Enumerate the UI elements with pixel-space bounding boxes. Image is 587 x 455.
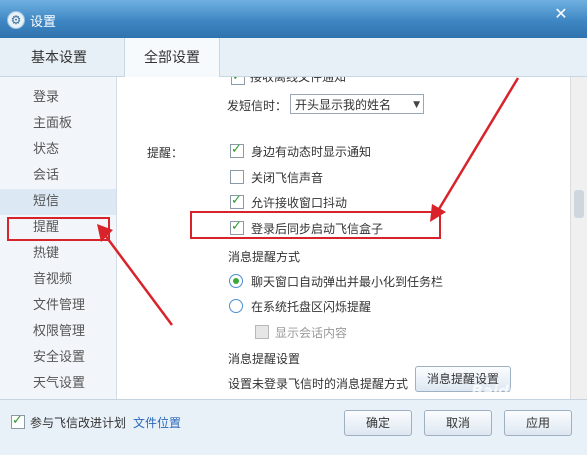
sidebar-item-weather[interactable]: 天气设置 xyxy=(0,371,116,397)
sidebar-item-permissions[interactable]: 权限管理 xyxy=(0,319,116,345)
popup-window-label: 聊天窗口自动弹出并最小化到任务栏 xyxy=(251,275,444,289)
sidebar-item-login[interactable]: 登录 xyxy=(0,85,116,111)
tab-all-settings[interactable]: 全部设置 xyxy=(124,38,220,77)
sidebar-item-session[interactable]: 会话 xyxy=(0,163,116,189)
tray-flash-label: 在系统托盘区闪烁提醒 xyxy=(251,300,372,314)
highlight-box-sync-option xyxy=(190,211,441,239)
tab-basic-settings[interactable]: 基本设置 xyxy=(0,38,118,76)
sidebar-item-status[interactable]: 状态 xyxy=(0,137,116,163)
sidebar-item-file-management[interactable]: 文件管理 xyxy=(0,293,116,319)
nearby-notify-label: 身边有动态时显示通知 xyxy=(251,145,372,159)
content-scrollbar[interactable] xyxy=(570,77,587,399)
window-title: 设置 xyxy=(30,15,57,30)
sidebar-item-sms[interactable]: 短信 xyxy=(0,189,116,215)
sms-label: 发短信时： xyxy=(227,99,288,113)
remind-label: 提醒： xyxy=(147,146,184,160)
sms-display-select[interactable]: 开头显示我的姓名 ▼ xyxy=(290,94,424,114)
tray-flash-radio[interactable] xyxy=(229,299,243,313)
improve-plan-checkbox[interactable] xyxy=(11,413,25,429)
highlight-box-remind-item xyxy=(7,217,110,241)
gear-icon: ⚙ xyxy=(7,11,25,29)
window-shake-checkbox[interactable] xyxy=(230,193,244,209)
tab-bar: 基本设置 全部设置 xyxy=(0,38,587,77)
msg-setting-desc: 设置未登录飞信时的消息提醒方式 xyxy=(228,377,409,391)
file-location-link[interactable]: 文件位置 xyxy=(133,414,181,431)
sidebar-item-hotkey[interactable]: 热键 xyxy=(0,241,116,267)
improve-plan-label: 参与飞信改进计划 xyxy=(30,416,127,430)
msg-setting-title: 消息提醒设置 xyxy=(228,352,301,366)
sidebar-item-av[interactable]: 音视频 xyxy=(0,267,116,293)
popup-window-radio[interactable] xyxy=(229,274,243,288)
sidebar-item-main-panel[interactable]: 主面板 xyxy=(0,111,116,137)
close-button[interactable]: ✕ xyxy=(549,4,573,24)
receive-offline-file-label: 接收离线文件通知 xyxy=(250,77,347,84)
chevron-down-icon: ▼ xyxy=(413,100,420,110)
title-bar: ⚙ 设置 ✕ xyxy=(0,0,587,38)
receive-offline-file-checkbox[interactable] xyxy=(231,77,245,85)
ok-button[interactable]: 确定 xyxy=(344,410,412,436)
sidebar-item-security[interactable]: 安全设置 xyxy=(0,345,116,371)
mute-sound-label: 关闭飞信声音 xyxy=(251,171,324,185)
show-session-label: 显示会话内容 xyxy=(275,326,348,340)
msg-mode-title: 消息提醒方式 xyxy=(228,250,301,264)
mute-sound-checkbox[interactable] xyxy=(230,170,244,184)
nearby-notify-checkbox[interactable] xyxy=(230,142,244,158)
window-shake-label: 允许接收窗口抖动 xyxy=(251,196,348,210)
sms-display-select-value: 开头显示我的姓名 xyxy=(295,98,392,112)
scrollbar-thumb[interactable] xyxy=(574,190,584,218)
watermark-logo: Baidu 经验 xyxy=(471,382,555,400)
show-session-checkbox[interactable] xyxy=(255,325,269,339)
